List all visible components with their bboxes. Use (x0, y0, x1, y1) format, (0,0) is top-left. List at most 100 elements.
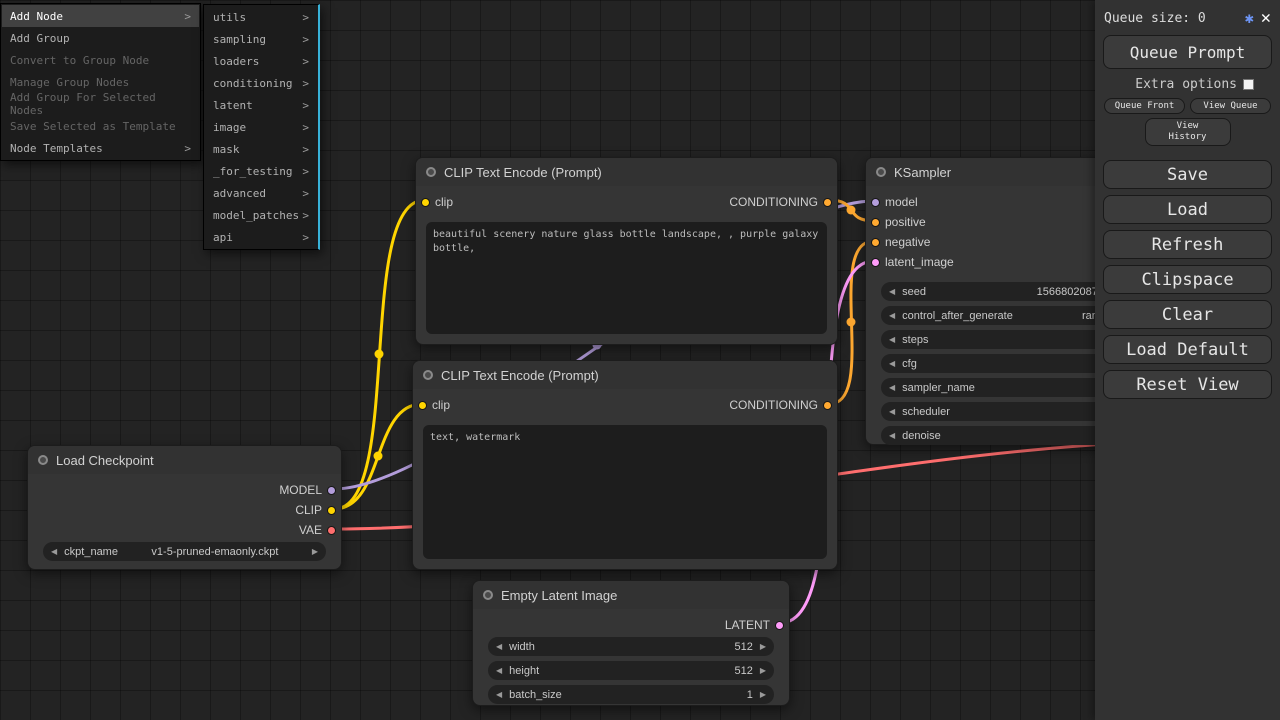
submenu-item-for-testing[interactable]: _for_testing > (205, 160, 317, 182)
link-midpoint-dot[interactable] (847, 318, 856, 327)
node-title-bar[interactable]: CLIP Text Encode (Prompt) (416, 158, 837, 186)
input-slot-positive[interactable]: positive (871, 215, 926, 229)
close-icon[interactable]: ✕ (1261, 10, 1271, 27)
output-slot-vae[interactable]: VAE (299, 523, 336, 537)
output-dot-vae[interactable] (327, 526, 336, 535)
queue-prompt-button[interactable]: Queue Prompt (1103, 35, 1272, 69)
output-slot-latent[interactable]: LATENT (725, 618, 784, 632)
clear-button[interactable]: Clear (1103, 300, 1272, 329)
input-dot-negative[interactable] (871, 238, 880, 247)
collapse-dot-icon[interactable] (426, 167, 436, 177)
save-button[interactable]: Save (1103, 160, 1272, 189)
link-midpoint-dot[interactable] (374, 452, 383, 461)
input-slot-negative[interactable]: negative (871, 235, 930, 249)
queue-front-button[interactable]: Queue Front (1104, 98, 1185, 114)
decrement-arrow-icon[interactable]: ◀ (889, 288, 895, 296)
input-dot-model[interactable] (871, 198, 880, 207)
output-dot-model[interactable] (327, 486, 336, 495)
collapse-dot-icon[interactable] (876, 167, 886, 177)
decrement-arrow-icon[interactable]: ◀ (51, 548, 57, 556)
comfyui-canvas[interactable]: { "context_menu": { "items": [ {"label":… (0, 0, 1280, 720)
node-title-bar[interactable]: CLIP Text Encode (Prompt) (413, 361, 837, 389)
node-load-checkpoint[interactable]: Load Checkpoint MODEL CLIP VAE ◀ ckpt_na… (27, 445, 342, 570)
widget-denoise[interactable]: ◀ denoise (881, 426, 1119, 445)
node-title-bar[interactable]: KSampler (866, 158, 1134, 186)
widget-sampler-name[interactable]: ◀ sampler_name (881, 378, 1119, 397)
submenu-item-sampling[interactable]: sampling > (205, 28, 317, 50)
submenu-item-image[interactable]: image > (205, 116, 317, 138)
widget-ckpt-name[interactable]: ◀ ckpt_name v1-5-pruned-emaonly.ckpt ▶ (43, 542, 326, 561)
widget-width[interactable]: ◀ width 512 ▶ (488, 637, 774, 656)
node-clip-text-encode-positive[interactable]: CLIP Text Encode (Prompt) clip CONDITION… (415, 157, 838, 345)
input-slot-latent-image[interactable]: latent_image (871, 255, 954, 269)
increment-arrow-icon[interactable]: ▶ (760, 643, 766, 651)
widget-scheduler[interactable]: ◀ scheduler (881, 402, 1119, 421)
widget-cfg[interactable]: ◀ cfg (881, 354, 1119, 373)
load-default-button[interactable]: Load Default (1103, 335, 1272, 364)
submenu-item-latent[interactable]: latent > (205, 94, 317, 116)
load-button[interactable]: Load (1103, 195, 1272, 224)
input-slot-clip[interactable]: clip (421, 195, 453, 209)
decrement-arrow-icon[interactable]: ◀ (889, 336, 895, 344)
prompt-textarea[interactable]: text, watermark (423, 425, 827, 559)
output-slot-model[interactable]: MODEL (279, 483, 336, 497)
output-dot-conditioning[interactable] (823, 401, 832, 410)
widget-seed[interactable]: ◀ seed 1566802087 ▶ (881, 282, 1119, 301)
collapse-dot-icon[interactable] (423, 370, 433, 380)
increment-arrow-icon[interactable]: ▶ (760, 691, 766, 699)
node-title-bar[interactable]: Load Checkpoint (28, 446, 341, 474)
increment-arrow-icon[interactable]: ▶ (312, 548, 318, 556)
node-empty-latent-image[interactable]: Empty Latent Image LATENT ◀ width 512 ▶ … (472, 580, 790, 706)
prompt-textarea[interactable]: beautiful scenery nature glass bottle la… (426, 222, 827, 334)
output-slot-conditioning[interactable]: CONDITIONING (729, 195, 832, 209)
collapse-dot-icon[interactable] (483, 590, 493, 600)
output-slot-clip[interactable]: CLIP (295, 503, 336, 517)
input-dot-clip[interactable] (418, 401, 427, 410)
reset-view-button[interactable]: Reset View (1103, 370, 1272, 399)
decrement-arrow-icon[interactable]: ◀ (889, 360, 895, 368)
view-queue-button[interactable]: View Queue (1190, 98, 1271, 114)
output-dot-conditioning[interactable] (823, 198, 832, 207)
input-dot-clip[interactable] (421, 198, 430, 207)
decrement-arrow-icon[interactable]: ◀ (889, 384, 895, 392)
extra-options-checkbox[interactable] (1243, 79, 1254, 90)
submenu-item-api[interactable]: api > (205, 226, 317, 248)
settings-icon[interactable]: ✱ (1245, 9, 1254, 27)
widget-control-after-generate[interactable]: ◀ control_after_generate ran ▶ (881, 306, 1119, 325)
view-history-button[interactable]: View History (1145, 118, 1231, 146)
menu-item-add-group[interactable]: Add Group (2, 27, 199, 49)
submenu-item-utils[interactable]: utils > (205, 6, 317, 28)
submenu-item-mask[interactable]: mask > (205, 138, 317, 160)
input-slot-clip[interactable]: clip (418, 398, 450, 412)
menu-item-add-node[interactable]: Add Node > (2, 5, 199, 27)
node-clip-text-encode-negative[interactable]: CLIP Text Encode (Prompt) clip CONDITION… (412, 360, 838, 570)
output-dot-latent[interactable] (775, 621, 784, 630)
widget-batch-size[interactable]: ◀ batch_size 1 ▶ (488, 685, 774, 704)
submenu-item-model-patches[interactable]: model_patches > (205, 204, 317, 226)
collapse-dot-icon[interactable] (38, 455, 48, 465)
decrement-arrow-icon[interactable]: ◀ (496, 643, 502, 651)
input-dot-positive[interactable] (871, 218, 880, 227)
output-slot-conditioning[interactable]: CONDITIONING (729, 398, 832, 412)
slot-label: latent_image (885, 255, 954, 269)
submenu-item-loaders[interactable]: loaders > (205, 50, 317, 72)
decrement-arrow-icon[interactable]: ◀ (496, 691, 502, 699)
decrement-arrow-icon[interactable]: ◀ (889, 432, 895, 440)
increment-arrow-icon[interactable]: ▶ (760, 667, 766, 675)
input-dot-latent-image[interactable] (871, 258, 880, 267)
link-midpoint-dot[interactable] (847, 206, 856, 215)
input-slot-model[interactable]: model (871, 195, 918, 209)
link-midpoint-dot[interactable] (375, 350, 384, 359)
widget-height[interactable]: ◀ height 512 ▶ (488, 661, 774, 680)
widget-steps[interactable]: ◀ steps (881, 330, 1119, 349)
output-dot-clip[interactable] (327, 506, 336, 515)
decrement-arrow-icon[interactable]: ◀ (889, 408, 895, 416)
menu-item-node-templates[interactable]: Node Templates > (2, 137, 199, 159)
submenu-item-advanced[interactable]: advanced > (205, 182, 317, 204)
submenu-item-conditioning[interactable]: conditioning > (205, 72, 317, 94)
decrement-arrow-icon[interactable]: ◀ (889, 312, 895, 320)
decrement-arrow-icon[interactable]: ◀ (496, 667, 502, 675)
node-title-bar[interactable]: Empty Latent Image (473, 581, 789, 609)
refresh-button[interactable]: Refresh (1103, 230, 1272, 259)
clipspace-button[interactable]: Clipspace (1103, 265, 1272, 294)
